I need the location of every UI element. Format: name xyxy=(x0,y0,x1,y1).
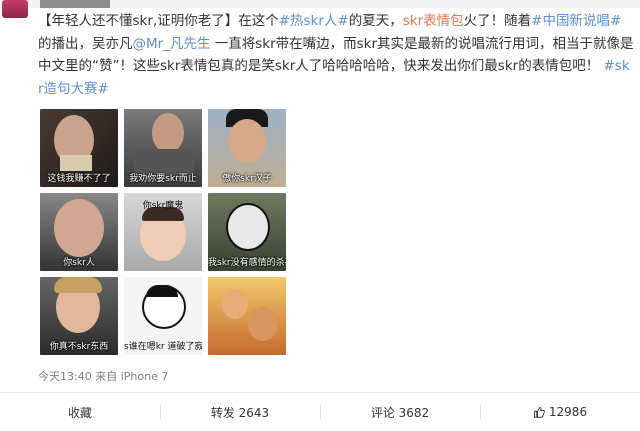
meme-image-9[interactable] xyxy=(208,277,286,355)
meme-caption: 我劝你要skr而止 xyxy=(129,174,197,184)
thumbs-up-icon xyxy=(533,407,545,418)
meme-caption: 这钱我赚不了了 xyxy=(47,174,111,184)
username[interactable] xyxy=(40,0,110,8)
post-device: iPhone 7 xyxy=(120,370,169,383)
post-text-segment: 火了！随着 xyxy=(463,13,532,29)
hashtag-rap[interactable]: #中国新说唱# xyxy=(531,13,621,29)
post-text: 【年轻人还不懂skr,证明你老了】在这个#热skr人#的夏天，skr表情包火了！… xyxy=(38,10,634,100)
like-button[interactable]: 12986 xyxy=(480,393,640,431)
meme-image-5[interactable]: 你skr魔鬼 xyxy=(124,193,202,271)
like-count: 12986 xyxy=(548,405,588,419)
meme-image-1[interactable]: 这钱我赚不了了 xyxy=(40,109,118,187)
meme-image-8[interactable]: s谁在嗯kr 道破了寂寞 xyxy=(124,277,202,355)
repost-button[interactable]: 转发 2643 xyxy=(160,393,320,431)
meme-image-7[interactable]: 你真不skr东西 xyxy=(40,277,118,355)
comment-label: 评论 3682 xyxy=(370,405,430,420)
post-text-segment: 的夏天， xyxy=(348,13,403,29)
meme-image-4[interactable]: 你skr人 xyxy=(40,193,118,271)
meme-image-2[interactable]: 我劝你要skr而止 xyxy=(124,109,202,187)
meme-image-6[interactable]: 我skr没有感情的杀手 xyxy=(208,193,286,271)
repost-label: 转发 2643 xyxy=(210,405,270,420)
meme-caption: 我skr没有感情的杀手 xyxy=(208,258,286,268)
post-time: 今天13:40 xyxy=(38,370,92,383)
mention-link[interactable]: @Mr_凡先生 xyxy=(133,36,211,52)
meme-caption: s谁在嗯kr 道破了寂寞 xyxy=(124,342,202,352)
avatar[interactable] xyxy=(2,0,28,18)
comment-button[interactable]: 评论 3682 xyxy=(320,393,480,431)
meme-caption: 你skr魔鬼 xyxy=(142,201,184,211)
meme-caption: 你skr人 xyxy=(63,258,95,268)
hashtag-meme[interactable]: skr表情包 xyxy=(403,13,464,29)
action-bar: 收藏 转发 2643 评论 3682 12986 xyxy=(0,393,640,431)
post-text-segment: 的播出，吴亦凡 xyxy=(38,35,133,52)
meme-caption: 傲你skr汉子 xyxy=(222,174,272,184)
meme-image-3[interactable]: 傲你skr汉子 xyxy=(208,109,286,187)
post-meta: 今天13:40 来自 iPhone 7 xyxy=(38,368,168,384)
hashtag-hot[interactable]: #热skr人# xyxy=(279,13,349,29)
meme-caption: 你真不skr东西 xyxy=(49,342,109,352)
favorite-label: 收藏 xyxy=(67,405,92,420)
post-text-segment: 【年轻人还不懂skr,证明你老了】在这个 xyxy=(38,13,279,29)
favorite-button[interactable]: 收藏 xyxy=(0,393,160,431)
post-source-prefix: 来自 xyxy=(95,370,118,383)
